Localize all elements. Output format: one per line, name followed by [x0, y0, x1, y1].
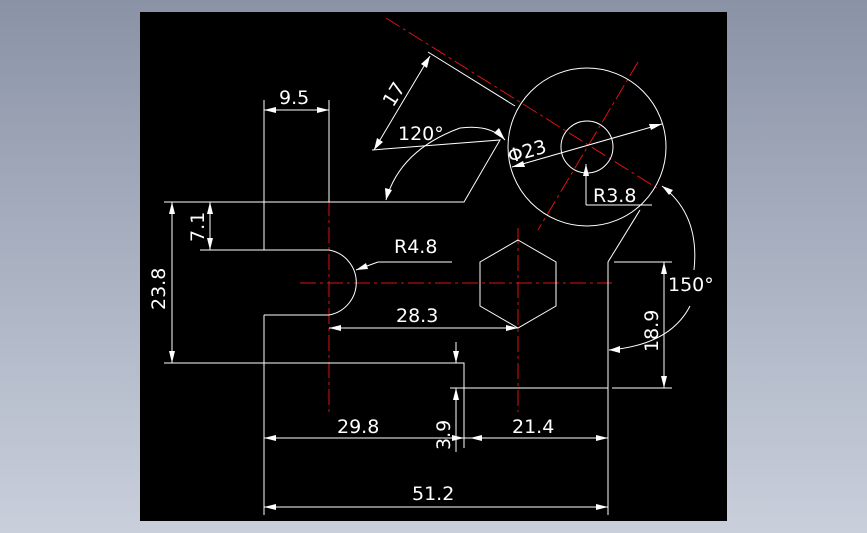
- dimension-3-9: 3.9: [433, 342, 470, 452]
- dimension-9-5: 9.5: [263, 87, 330, 202]
- dimension-r3-8: R3.8: [583, 164, 652, 207]
- small-hole: [560, 120, 614, 174]
- dimension-phi23: Φ23: [505, 123, 663, 168]
- dimension-label-28-3: 28.3: [396, 305, 438, 327]
- dimension-label-7-1: 7.1: [187, 212, 209, 242]
- dimension-label-51-2: 51.2: [412, 483, 454, 505]
- dimension-label-9-5: 9.5: [279, 87, 309, 109]
- dimension-label-r3-8: R3.8: [593, 185, 636, 207]
- part-outline-lower: [264, 209, 641, 389]
- dimension-label-120-deg: 120°: [398, 123, 444, 145]
- dimension-18-9: 18.9: [612, 261, 672, 389]
- dimension-label-3-9: 3.9: [433, 420, 455, 450]
- dimension-28-3: 28.3: [329, 305, 518, 331]
- dimension-17: 17: [373, 51, 516, 151]
- dimension-7-1: 7.1: [187, 201, 264, 251]
- dimension-label-150-deg: 150°: [668, 274, 714, 296]
- dimension-label-phi23: Φ23: [505, 136, 549, 168]
- dimension-label-21-4: 21.4: [512, 416, 554, 438]
- dimension-r4-8: R4.8: [355, 236, 452, 271]
- part-outline-upper: [264, 139, 501, 203]
- dimension-21-4: 21.4: [464, 388, 609, 515]
- drawing-canvas: 9.5 17 120° Φ23 R3.8 7.1 23.8 R4.8 150° …: [140, 12, 727, 521]
- dimension-label-17: 17: [379, 78, 410, 110]
- dimension-label-23-8: 23.8: [148, 268, 170, 310]
- dimension-label-r4-8: R4.8: [394, 236, 437, 258]
- dimension-label-29-8: 29.8: [337, 416, 379, 438]
- dimension-51-2: 51.2: [264, 483, 608, 510]
- dimension-label-18-9: 18.9: [641, 310, 663, 352]
